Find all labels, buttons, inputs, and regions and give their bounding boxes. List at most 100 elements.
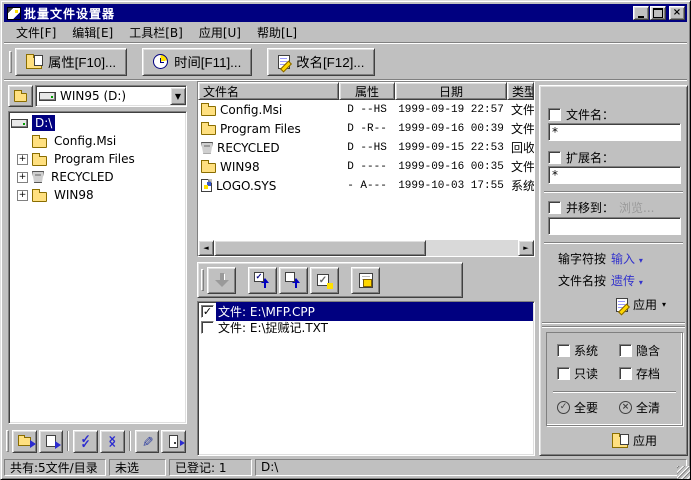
select-all-attrs[interactable]: ✓ 全要 xyxy=(557,399,598,416)
registered-item-label[interactable]: 文件: E:\捉贼记.TXT xyxy=(216,318,533,337)
item-checkbox[interactable] xyxy=(201,321,214,334)
toggle-check-button[interactable]: ✓ xyxy=(310,267,339,294)
tree-item-label[interactable]: D:\ xyxy=(32,115,55,131)
exit-button[interactable] xyxy=(161,430,186,453)
folder-up-button[interactable] xyxy=(8,85,33,107)
tree-item-label[interactable]: WIN98 xyxy=(51,187,97,203)
tree-item-label[interactable]: Config.Msi xyxy=(51,133,119,149)
name-mode-dropdown[interactable]: 遗传 ▾ xyxy=(611,272,643,289)
checked-box-icon: ✓ xyxy=(317,273,332,288)
check-all-registered-button[interactable]: ✓ xyxy=(248,267,277,294)
tree-item-configmsi[interactable]: Config.Msi xyxy=(11,132,184,150)
column-header-filename[interactable]: 文件名 xyxy=(198,82,339,100)
apply-rename-button[interactable]: 应用 ▾ xyxy=(616,296,666,313)
clear-all-attrs[interactable]: × 全清 xyxy=(619,399,660,416)
minimize-button[interactable] xyxy=(633,6,649,20)
scrollbar-thumb[interactable] xyxy=(214,240,426,256)
uncheck-all-registered-button[interactable] xyxy=(279,267,308,294)
drive-icon xyxy=(11,119,28,128)
system-label: 系统 xyxy=(574,342,598,359)
drive-combo-value: WIN95 (D:) xyxy=(60,89,166,103)
file-attributes: D -R-- xyxy=(339,123,395,135)
item-checkbox[interactable]: ✓ xyxy=(201,305,214,318)
add-file-button[interactable] xyxy=(39,430,64,453)
file-list: 文件名 属性 日期 类型 Config.Msi D --HS 1999-09-1… xyxy=(197,81,535,257)
column-header-type[interactable]: 类型 xyxy=(507,82,534,100)
titlebar: 批量文件设置器 × xyxy=(4,4,687,22)
doc-lock-button[interactable] xyxy=(351,267,380,294)
tree-item-label[interactable]: Program Files xyxy=(51,151,138,167)
tree-toolbar-grip[interactable] xyxy=(6,430,9,452)
column-header-date[interactable]: 日期 xyxy=(395,82,507,100)
tree-item-label[interactable]: RECYCLED xyxy=(48,169,117,185)
folder-tree[interactable]: D:\ Config.Msi + Program Files + RECYCLE… xyxy=(8,111,187,424)
file-row[interactable]: Config.Msi D --HS 1999-09-19 22:57 文件 xyxy=(198,100,534,119)
app-icon[interactable] xyxy=(7,7,21,20)
expand-toggle[interactable]: + xyxy=(17,172,28,183)
add-folder-button[interactable] xyxy=(12,430,37,453)
register-arrow-down-icon xyxy=(214,272,230,288)
resize-grip[interactable] xyxy=(677,466,690,479)
edit-button[interactable]: ✎ xyxy=(135,430,160,453)
combo-dropdown-button[interactable]: ▼ xyxy=(170,87,186,105)
extension-input[interactable] xyxy=(548,166,681,184)
maximize-button[interactable] xyxy=(650,6,666,20)
status-selection: 未选 xyxy=(109,459,166,476)
menu-toolbar[interactable]: 工具栏[B] xyxy=(121,22,191,43)
file-attributes: D --HS xyxy=(339,142,395,154)
expand-toggle[interactable]: + xyxy=(17,154,28,165)
tree-item-recycled[interactable]: + RECYCLED xyxy=(11,168,184,186)
time-button[interactable]: 时间[F11]... xyxy=(142,48,252,76)
rename-button[interactable]: 改名[F12]... xyxy=(267,48,375,76)
file-row[interactable]: Program Files D -R-- 1999-09-16 00:39 文件 xyxy=(198,119,534,138)
menu-apply[interactable]: 应用[U] xyxy=(191,22,249,43)
toolbar-grip[interactable] xyxy=(9,51,12,73)
drive-combobox[interactable]: WIN95 (D:) ▼ xyxy=(35,85,187,107)
chevron-down-icon: ▾ xyxy=(639,256,643,265)
file-type: 文件 xyxy=(507,101,534,118)
hidden-label: 隐含 xyxy=(636,342,660,359)
deselect-all-button[interactable]: ×× xyxy=(100,430,125,453)
close-button[interactable]: × xyxy=(669,6,685,20)
apply-rename-row: 应用 ▾ xyxy=(616,296,666,313)
time-button-label: 时间[F11]... xyxy=(174,52,241,71)
folder-icon xyxy=(201,106,216,116)
menu-edit[interactable]: 编辑[E] xyxy=(64,22,121,43)
tree-item-win98[interactable]: + WIN98 xyxy=(11,186,184,204)
horizontal-scrollbar[interactable]: ◄ ► xyxy=(198,240,534,256)
file-list-header: 文件名 属性 日期 类型 xyxy=(198,82,534,100)
menu-help[interactable]: 帮助[L] xyxy=(249,22,305,43)
file-row[interactable]: LOGO.SYS - A--- 1999-10-03 17:55 系统 xyxy=(198,176,534,195)
filename-checkbox[interactable] xyxy=(548,108,561,121)
registered-item[interactable]: 文件: E:\捉贼记.TXT xyxy=(199,319,533,335)
readonly-checkbox[interactable] xyxy=(557,367,570,380)
name-mode-label: 文件名按 xyxy=(558,272,606,289)
file-row[interactable]: RECYCLED D --HS 1999-09-15 22:53 回收 xyxy=(198,138,534,157)
system-checkbox[interactable] xyxy=(557,344,570,357)
scrollbar-track[interactable] xyxy=(426,240,518,256)
register-toolbar-grip[interactable] xyxy=(201,269,204,291)
char-mode-dropdown[interactable]: 输入 ▾ xyxy=(611,250,643,267)
tree-item-root[interactable]: D:\ xyxy=(11,114,184,132)
menu-file[interactable]: 文件[F] xyxy=(8,22,64,43)
filename-input[interactable] xyxy=(548,123,681,141)
statusbar: 共有:5文件/目录 未选 已登记: 1 D:\ xyxy=(4,456,687,476)
tree-item-programfiles[interactable]: + Program Files xyxy=(11,150,184,168)
browse-link[interactable]: 浏览... xyxy=(619,199,654,216)
properties-button[interactable]: 属性[F10]... xyxy=(15,48,127,76)
expand-toggle[interactable]: + xyxy=(17,190,28,201)
select-all-button[interactable]: ✓✓ xyxy=(73,430,98,453)
extension-checkbox[interactable] xyxy=(548,151,561,164)
apply-attributes-button[interactable]: 应用 xyxy=(612,432,657,449)
attributes-group: 系统 隐含 只读 存档 ✓ 全要 × 全清 xyxy=(546,332,683,426)
column-header-attributes[interactable]: 属性 xyxy=(339,82,395,100)
archive-checkbox[interactable] xyxy=(619,367,632,380)
move-to-input[interactable] xyxy=(548,217,681,235)
file-type: 回收 xyxy=(507,139,534,156)
hidden-checkbox[interactable] xyxy=(619,344,632,357)
scroll-left-button[interactable]: ◄ xyxy=(198,240,214,256)
file-row[interactable]: WIN98 D ---- 1999-09-16 00:35 文件 xyxy=(198,157,534,176)
move-to-checkbox[interactable] xyxy=(548,201,561,214)
scroll-right-button[interactable]: ► xyxy=(518,240,534,256)
register-down-button[interactable] xyxy=(207,267,236,294)
